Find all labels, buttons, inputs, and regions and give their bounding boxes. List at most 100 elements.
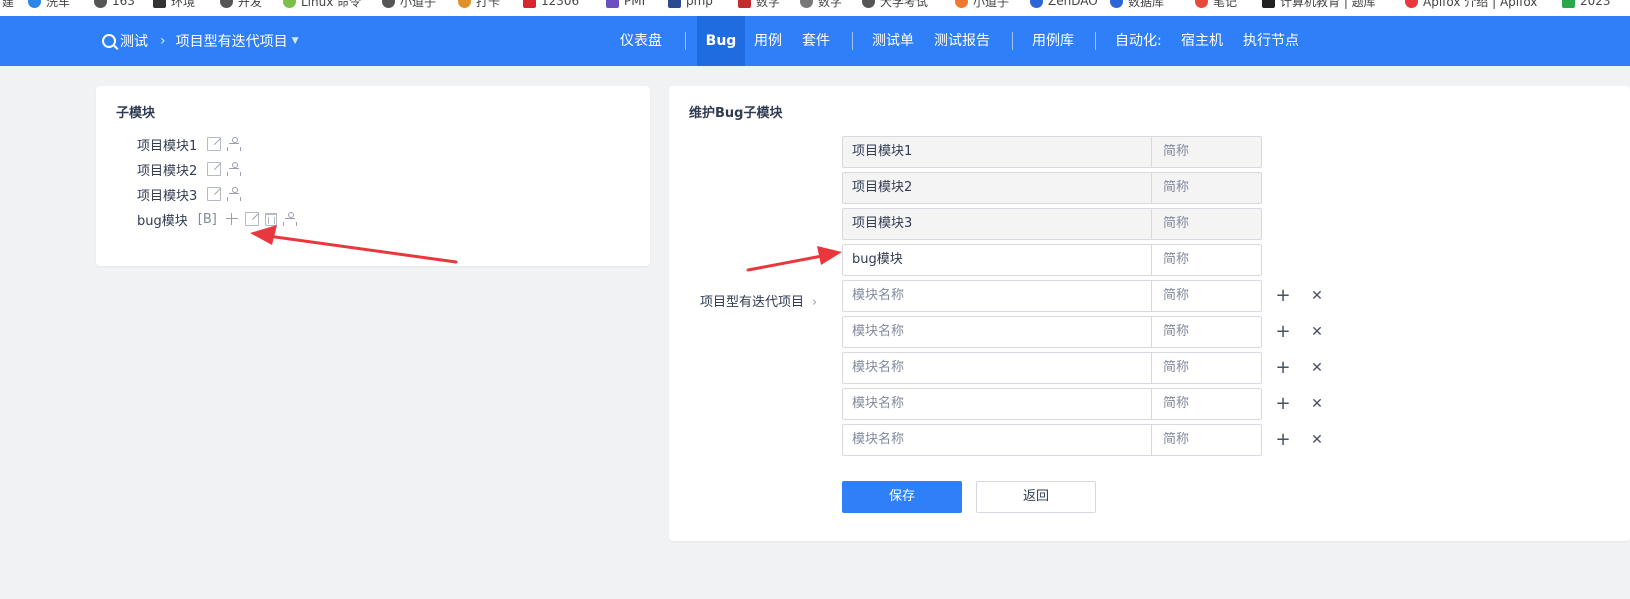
new-module-name-input[interactable]: 模块名称 bbox=[842, 388, 1151, 420]
back-button[interactable]: 返回 bbox=[976, 481, 1096, 513]
bookmark-icon bbox=[1195, 0, 1208, 8]
module-name-field: 项目模块3 bbox=[842, 208, 1151, 240]
new-module-short-input[interactable]: 简称 bbox=[1151, 316, 1262, 348]
bookmark-item[interactable]: PMI bbox=[606, 0, 645, 9]
move-icon[interactable] bbox=[225, 212, 239, 226]
remove-row-button[interactable]: ✕ bbox=[1309, 396, 1325, 412]
nav-dashboard[interactable]: 仪表盘 bbox=[620, 16, 662, 66]
nav-suites[interactable]: 套件 bbox=[802, 16, 830, 66]
bookmark-item[interactable]: Linux 命令 bbox=[283, 0, 361, 9]
bookmark-icon bbox=[28, 0, 41, 8]
module-item: bug模块 [B] bbox=[137, 209, 303, 229]
parent-module-label: 项目型有迭代项目 › bbox=[700, 294, 817, 312]
module-name[interactable]: bug模块 bbox=[137, 210, 188, 229]
add-row-button[interactable]: + bbox=[1275, 431, 1291, 449]
bookmark-item[interactable]: 小道子 bbox=[382, 0, 436, 9]
new-module-row: 模块名称 简称 bbox=[842, 388, 1262, 420]
new-module-row: 模块名称 简称 bbox=[842, 280, 1262, 312]
new-module-name-input[interactable]: 模块名称 bbox=[842, 316, 1151, 348]
bookmark-item[interactable]: 小道子 bbox=[955, 0, 1009, 9]
module-short-field[interactable]: 简称 bbox=[1151, 172, 1262, 204]
bookmark-item[interactable]: 洗车 bbox=[28, 0, 70, 9]
new-module-short-input[interactable]: 简称 bbox=[1151, 280, 1262, 312]
add-row-button[interactable]: + bbox=[1275, 323, 1291, 341]
nav-bug[interactable]: Bug bbox=[697, 16, 745, 66]
bookmark-icon bbox=[94, 0, 107, 8]
bookmark-icon bbox=[382, 0, 395, 8]
module-short-input[interactable]: 简称 bbox=[1151, 244, 1262, 276]
bookmark-icon bbox=[1562, 0, 1575, 8]
new-module-row: 模块名称 简称 bbox=[842, 316, 1262, 348]
module-item: 项目模块3 bbox=[137, 184, 247, 204]
delete-icon[interactable] bbox=[264, 212, 277, 226]
nav-hosts[interactable]: 宿主机 bbox=[1181, 16, 1223, 66]
bookmark-icon bbox=[862, 0, 875, 8]
module-name[interactable]: 项目模块2 bbox=[137, 160, 197, 179]
nav-testtasks[interactable]: 测试单 bbox=[872, 16, 914, 66]
new-module-row: 模块名称 简称 bbox=[842, 424, 1262, 456]
bookmark-item[interactable]: 打卡 bbox=[458, 0, 500, 9]
remove-row-button[interactable]: ✕ bbox=[1309, 324, 1325, 340]
new-module-name-input[interactable]: 模块名称 bbox=[842, 424, 1151, 456]
remove-row-button[interactable]: ✕ bbox=[1309, 432, 1325, 448]
bookmark-item[interactable]: 2023 bbox=[1562, 0, 1611, 9]
edit-icon[interactable] bbox=[207, 162, 222, 176]
nav-exec-nodes[interactable]: 执行节点 bbox=[1243, 16, 1299, 66]
add-row-button[interactable]: + bbox=[1275, 359, 1291, 377]
module-name-field: 项目模块2 bbox=[842, 172, 1151, 204]
module-name[interactable]: 项目模块3 bbox=[137, 185, 197, 204]
save-button[interactable]: 保存 bbox=[842, 481, 962, 513]
module-short-field[interactable]: 简称 bbox=[1151, 136, 1262, 168]
new-module-short-input[interactable]: 简称 bbox=[1151, 388, 1262, 420]
add-row-button[interactable]: + bbox=[1275, 287, 1291, 305]
submodule-icon[interactable] bbox=[227, 187, 242, 201]
add-row-button[interactable]: + bbox=[1275, 395, 1291, 413]
module-short-field[interactable]: 简称 bbox=[1151, 208, 1262, 240]
bookmark-item[interactable]: ZenDAO bbox=[1030, 0, 1098, 9]
panel-title: 子模块 bbox=[116, 106, 156, 121]
bookmark-item[interactable]: 建 bbox=[2, 0, 14, 9]
bookmark-item[interactable]: 笔记 bbox=[1195, 0, 1237, 9]
nav-cases[interactable]: 用例 bbox=[754, 16, 782, 66]
submodule-icon[interactable] bbox=[227, 137, 242, 151]
nav-testreports[interactable]: 测试报告 bbox=[934, 16, 990, 66]
chevron-right-icon: › bbox=[812, 295, 818, 310]
new-module-short-input[interactable]: 简称 bbox=[1151, 424, 1262, 456]
bookmark-item[interactable]: 数字 bbox=[800, 0, 842, 9]
nav-caselib[interactable]: 用例库 bbox=[1032, 16, 1074, 66]
bookmarks-bar: 建 洗车 163 环境 开发 Linux 命令 小道子 打卡 12306 PMI… bbox=[0, 0, 1630, 16]
bookmark-item[interactable]: Apifox 介绍 | Apifox bbox=[1405, 0, 1537, 9]
module-name-input[interactable]: bug模块 bbox=[842, 244, 1151, 276]
submodule-icon[interactable] bbox=[282, 212, 297, 226]
edit-icon[interactable] bbox=[207, 137, 222, 151]
bookmark-item[interactable]: 计算机教育 | 题库 bbox=[1262, 0, 1376, 9]
bookmark-item[interactable]: 开发 bbox=[220, 0, 262, 9]
bookmark-item[interactable]: 163 bbox=[94, 0, 135, 9]
remove-row-button[interactable]: ✕ bbox=[1309, 360, 1325, 376]
module-name[interactable]: 项目模块1 bbox=[137, 135, 197, 154]
bookmark-icon bbox=[800, 0, 813, 8]
nav-divider bbox=[1012, 32, 1013, 50]
bookmark-item[interactable]: 数字 bbox=[738, 0, 780, 9]
new-module-name-input[interactable]: 模块名称 bbox=[842, 352, 1151, 384]
edit-icon[interactable] bbox=[207, 187, 222, 201]
new-module-row: 模块名称 简称 bbox=[842, 352, 1262, 384]
module-row: 项目模块1 简称 bbox=[842, 136, 1262, 168]
bookmark-item[interactable]: 12306 bbox=[523, 0, 579, 9]
bookmark-item[interactable]: 大学考试 bbox=[862, 0, 928, 9]
module-item: 项目模块1 bbox=[137, 134, 247, 154]
remove-row-button[interactable]: ✕ bbox=[1309, 288, 1325, 304]
bookmark-item[interactable]: pmp bbox=[668, 0, 713, 9]
submodule-icon[interactable] bbox=[227, 162, 242, 176]
bookmark-icon bbox=[458, 0, 471, 8]
bookmark-item[interactable]: 数据库 bbox=[1110, 0, 1164, 9]
edit-icon[interactable] bbox=[244, 212, 259, 226]
bookmark-item[interactable]: 环境 bbox=[153, 0, 195, 9]
nav-divider bbox=[852, 32, 853, 50]
panel-title: 维护Bug子模块 bbox=[689, 106, 783, 121]
module-tree-panel: 子模块 项目模块1 项目模块2 项目模块3 bug模块 [B] bbox=[96, 86, 650, 266]
parent-module-name: 项目型有迭代项目 bbox=[700, 295, 805, 310]
bookmark-icon bbox=[1110, 0, 1123, 8]
new-module-short-input[interactable]: 简称 bbox=[1151, 352, 1262, 384]
new-module-name-input[interactable]: 模块名称 bbox=[842, 280, 1151, 312]
